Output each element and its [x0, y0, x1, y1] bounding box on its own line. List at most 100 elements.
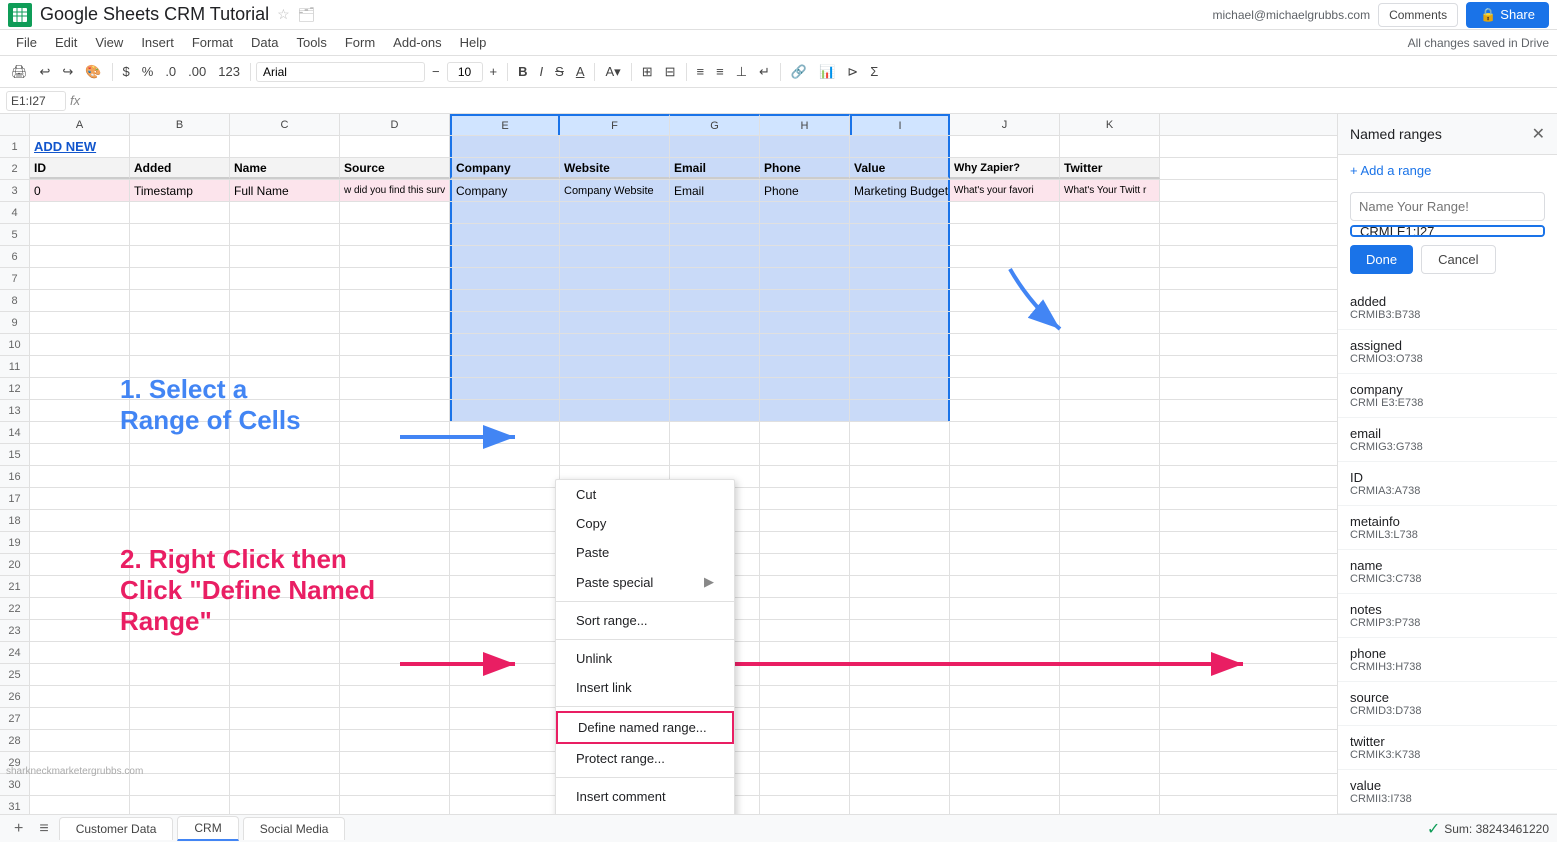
cell-d27[interactable] — [340, 708, 450, 729]
cell-e31[interactable] — [450, 796, 560, 814]
cell-b22[interactable] — [130, 598, 230, 619]
cell-j19[interactable] — [950, 532, 1060, 553]
cell-f5[interactable] — [560, 224, 670, 245]
cell-g8[interactable] — [670, 290, 760, 311]
cell-k11[interactable] — [1060, 356, 1160, 377]
cell-c5[interactable] — [230, 224, 340, 245]
cell-j30[interactable] — [950, 774, 1060, 795]
cell-d24[interactable] — [340, 642, 450, 663]
cell-c29[interactable] — [230, 752, 340, 773]
cell-k17[interactable] — [1060, 488, 1160, 509]
cell-d15[interactable] — [340, 444, 450, 465]
cell-b2[interactable]: Added — [130, 158, 230, 179]
cell-a7[interactable] — [30, 268, 130, 289]
cell-g6[interactable] — [670, 246, 760, 267]
cell-e25[interactable] — [450, 664, 560, 685]
cell-d10[interactable] — [340, 334, 450, 355]
cell-k24[interactable] — [1060, 642, 1160, 663]
cell-j13[interactable] — [950, 400, 1060, 421]
cell-a15[interactable] — [30, 444, 130, 465]
col-header-h[interactable]: H — [760, 114, 850, 135]
cell-f11[interactable] — [560, 356, 670, 377]
cell-h27[interactable] — [760, 708, 850, 729]
cell-g5[interactable] — [670, 224, 760, 245]
cell-d11[interactable] — [340, 356, 450, 377]
cell-h29[interactable] — [760, 752, 850, 773]
cell-b13[interactable] — [130, 400, 230, 421]
cell-e16[interactable] — [450, 466, 560, 487]
cell-i22[interactable] — [850, 598, 950, 619]
cell-e28[interactable] — [450, 730, 560, 751]
cell-d30[interactable] — [340, 774, 450, 795]
cell-j26[interactable] — [950, 686, 1060, 707]
cell-i23[interactable] — [850, 620, 950, 641]
cell-c26[interactable] — [230, 686, 340, 707]
cell-g7[interactable] — [670, 268, 760, 289]
cell-k10[interactable] — [1060, 334, 1160, 355]
cell-e6[interactable] — [450, 246, 560, 267]
cell-b12[interactable] — [130, 378, 230, 399]
ctx-protect-range[interactable]: Protect range... — [556, 744, 734, 773]
cell-i31[interactable] — [850, 796, 950, 814]
cell-e4[interactable] — [450, 202, 560, 223]
cell-h19[interactable] — [760, 532, 850, 553]
increase-decimal-button[interactable]: .00 — [183, 61, 211, 82]
ctx-insert-link[interactable]: Insert link — [556, 673, 734, 702]
cell-a10[interactable] — [30, 334, 130, 355]
cell-i17[interactable] — [850, 488, 950, 509]
cell-b18[interactable] — [130, 510, 230, 531]
cell-d28[interactable] — [340, 730, 450, 751]
range-grid-icon[interactable]: ⊞ — [1544, 225, 1545, 237]
col-header-e[interactable]: E — [450, 114, 560, 135]
cell-c14[interactable] — [230, 422, 340, 443]
spreadsheet[interactable]: A B C D E F G H I J K 1 ADD NEW — [0, 114, 1337, 814]
cell-j23[interactable] — [950, 620, 1060, 641]
font-size-increase[interactable]: + — [485, 61, 503, 82]
cell-i5[interactable] — [850, 224, 950, 245]
bold-button[interactable]: B — [513, 61, 532, 82]
cell-b15[interactable] — [130, 444, 230, 465]
cell-k31[interactable] — [1060, 796, 1160, 814]
cell-j3[interactable]: What's your favori — [950, 180, 1060, 201]
cell-b25[interactable] — [130, 664, 230, 685]
cell-e21[interactable] — [450, 576, 560, 597]
cell-d16[interactable] — [340, 466, 450, 487]
cell-k26[interactable] — [1060, 686, 1160, 707]
cell-j5[interactable] — [950, 224, 1060, 245]
cell-c23[interactable] — [230, 620, 340, 641]
cell-j12[interactable] — [950, 378, 1060, 399]
cell-e23[interactable] — [450, 620, 560, 641]
cell-e5[interactable] — [450, 224, 560, 245]
cell-k9[interactable] — [1060, 312, 1160, 333]
cell-j20[interactable] — [950, 554, 1060, 575]
percent-button[interactable]: % — [137, 61, 159, 82]
ctx-paste[interactable]: Paste — [556, 538, 734, 567]
col-header-f[interactable]: F — [560, 114, 670, 135]
cell-c19[interactable] — [230, 532, 340, 553]
cell-i14[interactable] — [850, 422, 950, 443]
cancel-button[interactable]: Cancel — [1421, 245, 1495, 274]
cell-h21[interactable] — [760, 576, 850, 597]
share-button[interactable]: 🔒 Share — [1466, 2, 1549, 28]
menu-view[interactable]: View — [87, 33, 131, 52]
cell-i24[interactable] — [850, 642, 950, 663]
cell-a19[interactable] — [30, 532, 130, 553]
range-item-metainfo[interactable]: metainfoCRMIL3:L738 — [1338, 506, 1557, 550]
cell-c24[interactable] — [230, 642, 340, 663]
cell-k13[interactable] — [1060, 400, 1160, 421]
range-name-input[interactable] — [1350, 192, 1545, 221]
cell-e1[interactable] — [450, 136, 560, 157]
cell-j17[interactable] — [950, 488, 1060, 509]
cell-j22[interactable] — [950, 598, 1060, 619]
cell-i21[interactable] — [850, 576, 950, 597]
cell-c27[interactable] — [230, 708, 340, 729]
cell-c18[interactable] — [230, 510, 340, 531]
col-header-g[interactable]: G — [670, 114, 760, 135]
cell-c8[interactable] — [230, 290, 340, 311]
cell-k27[interactable] — [1060, 708, 1160, 729]
ctx-sort-range[interactable]: Sort range... — [556, 606, 734, 635]
cell-h6[interactable] — [760, 246, 850, 267]
cell-h22[interactable] — [760, 598, 850, 619]
cell-j1[interactable] — [950, 136, 1060, 157]
cell-k22[interactable] — [1060, 598, 1160, 619]
